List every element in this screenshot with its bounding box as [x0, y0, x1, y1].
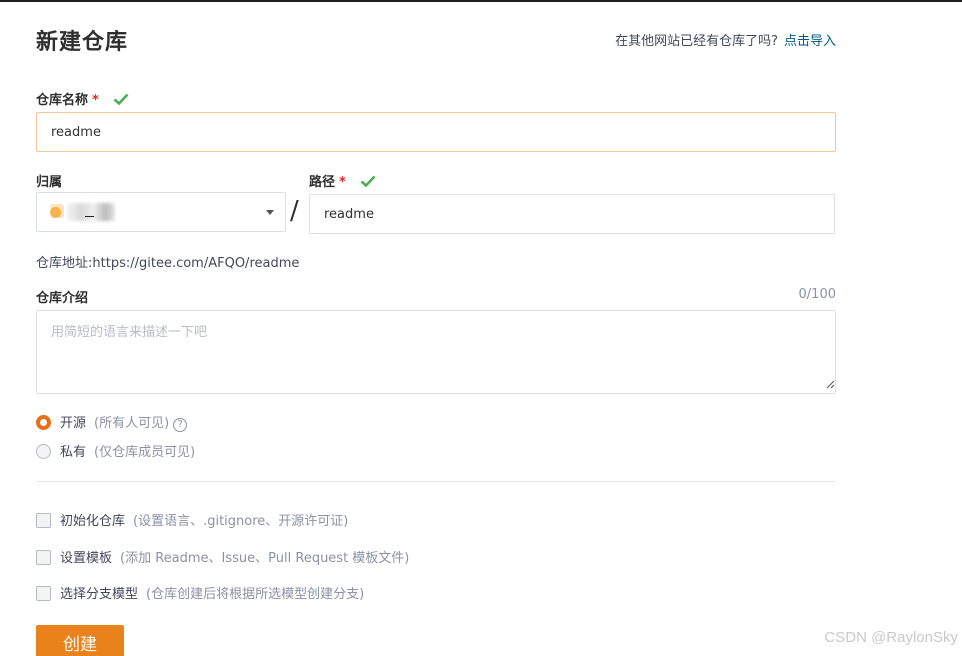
repo-address-prefix: 仓库地址:: [36, 256, 93, 271]
description-textarea[interactable]: [36, 310, 836, 394]
import-link[interactable]: 点击导入: [784, 34, 836, 49]
visibility-private[interactable]: 私有 (仅仓库成员可见): [36, 441, 195, 460]
top-border: [0, 0, 962, 2]
owner-select[interactable]: [36, 192, 286, 232]
visibility-private-label: 私有: [60, 445, 87, 460]
repo-name-label-text: 仓库名称: [36, 93, 89, 108]
path-label-text: 路径: [309, 175, 336, 190]
path-label: 路径 *: [309, 171, 376, 190]
import-hint-text: 在其他网站已经有仓库了吗?: [615, 34, 778, 49]
radio-public[interactable]: [36, 415, 51, 430]
visibility-private-hint: (仅仓库成员可见): [94, 445, 196, 460]
option-init-repo-hint: (设置语言、.gitignore、开源许可证): [133, 514, 349, 529]
import-hint: 在其他网站已经有仓库了吗? 点击导入: [615, 30, 836, 49]
caret-down-icon: [266, 210, 274, 215]
path-input[interactable]: [309, 194, 835, 234]
option-template-label: 设置模板: [60, 551, 113, 566]
csdn-watermark: CSDN @RaylonSky: [824, 629, 958, 646]
visibility-public-label: 开源: [60, 416, 87, 431]
option-template[interactable]: 设置模板 (添加 Readme、Issue、Pull Request 模板文件): [36, 547, 409, 566]
required-mark: *: [339, 175, 346, 190]
option-template-hint: (添加 Readme、Issue、Pull Request 模板文件): [120, 551, 410, 566]
option-init-repo-label: 初始化仓库: [60, 514, 126, 529]
required-mark: *: [92, 93, 99, 108]
divider: [36, 481, 836, 482]
check-icon: [360, 175, 376, 188]
checkbox-init-repo[interactable]: [36, 513, 51, 528]
option-branch-model-label: 选择分支模型: [60, 587, 139, 602]
repo-name-input[interactable]: [36, 112, 836, 152]
repo-name-label: 仓库名称 *: [36, 89, 129, 108]
option-branch-model[interactable]: 选择分支模型 (仓库创建后将根据所选模型创建分支): [36, 583, 364, 602]
repo-address: 仓库地址:https://gitee.com/AFQO/readme: [36, 252, 299, 271]
create-button[interactable]: 创建: [36, 625, 124, 656]
owner-name-blurred: [67, 203, 115, 221]
visibility-public-hint: (所有人可见): [94, 416, 170, 431]
check-icon: [113, 93, 129, 106]
option-init-repo[interactable]: 初始化仓库 (设置语言、.gitignore、开源许可证): [36, 510, 348, 529]
description-counter: 0/100: [798, 287, 836, 302]
option-branch-model-hint: (仓库创建后将根据所选模型创建分支): [146, 587, 365, 602]
owner-label: 归属: [36, 175, 63, 190]
help-icon[interactable]: ?: [173, 418, 188, 432]
checkbox-branch-model[interactable]: [36, 586, 51, 601]
repo-address-url: https://gitee.com/AFQO/readme: [92, 256, 300, 271]
radio-private[interactable]: [36, 444, 51, 459]
page-title: 新建仓库: [36, 30, 129, 55]
path-separator: /: [290, 196, 299, 226]
visibility-public[interactable]: 开源 (所有人可见)?: [36, 412, 188, 432]
avatar: [50, 204, 64, 218]
owner-name-underscore: [85, 216, 94, 217]
checkbox-template[interactable]: [36, 550, 51, 565]
description-label: 仓库介绍: [36, 291, 89, 306]
